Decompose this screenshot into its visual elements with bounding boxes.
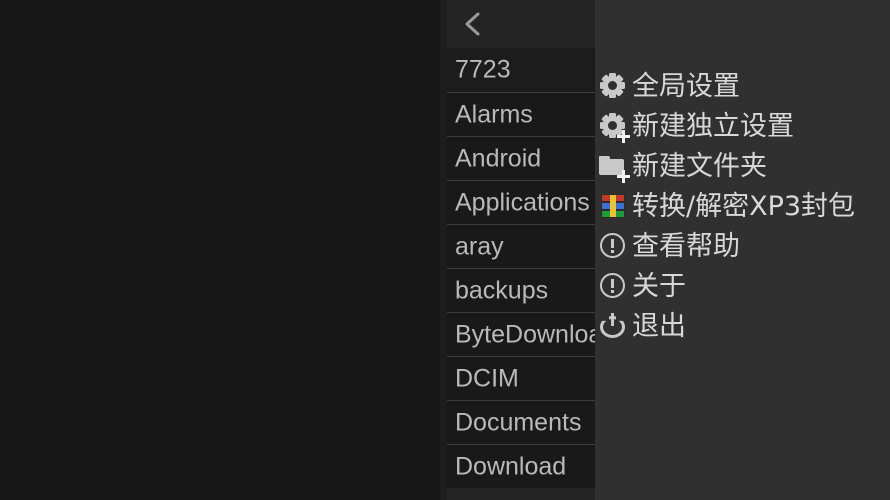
list-item[interactable]: Android <box>447 136 595 180</box>
folder-plus-icon <box>598 151 630 183</box>
list-item-label: Download <box>455 452 567 480</box>
list-item-label: ByteDownload <box>455 320 595 348</box>
list-item[interactable]: ByteDownload <box>447 312 595 356</box>
plus-badge-icon <box>617 130 630 143</box>
menu-item-exit[interactable]: 退出 <box>595 306 890 346</box>
menu-item-label: 关于 <box>632 270 686 302</box>
menu-item-new-independent-settings[interactable]: 新建独立设置 <box>595 106 890 146</box>
menu-item-global-settings[interactable]: 全局设置 <box>595 66 890 106</box>
file-list[interactable]: 7723 Alarms Android Applications aray ba… <box>447 48 595 500</box>
content-canvas <box>0 0 440 500</box>
list-item[interactable]: DCIM <box>447 356 595 400</box>
back-button[interactable] <box>447 0 595 48</box>
menu-item-convert-decrypt-xp3[interactable]: 转换/解密XP3封包 <box>595 186 890 226</box>
list-item-label: Alarms <box>455 100 533 128</box>
gear-icon <box>598 71 628 101</box>
app-window: 7723 Alarms Android Applications aray ba… <box>0 0 890 500</box>
list-item[interactable]: backups <box>447 268 595 312</box>
menu-item-label: 退出 <box>632 310 686 342</box>
list-item-label: Documents <box>455 408 582 436</box>
menu-item-label: 全局设置 <box>632 70 740 102</box>
archive-icon <box>598 191 628 221</box>
power-icon <box>598 311 628 341</box>
info-circle-icon <box>598 231 628 261</box>
menu-item-about[interactable]: 关于 <box>595 266 890 306</box>
menu-item-new-folder[interactable]: 新建文件夹 <box>595 146 890 186</box>
menu-item-label: 查看帮助 <box>632 230 740 262</box>
info-circle-icon <box>598 271 628 301</box>
menu-item-label: 新建文件夹 <box>632 150 767 182</box>
list-item[interactable]: Documents <box>447 400 595 444</box>
file-panel-gutter <box>440 0 447 500</box>
plus-badge-icon <box>617 170 630 183</box>
chevron-left-icon <box>459 9 489 39</box>
list-item[interactable]: 7723 <box>447 48 595 92</box>
file-browser-panel: 7723 Alarms Android Applications aray ba… <box>440 0 595 500</box>
list-item[interactable]: Download <box>447 444 595 488</box>
list-item-label: Android <box>455 144 542 172</box>
list-item-label: backups <box>455 276 549 304</box>
list-item-label: 7723 <box>455 55 511 84</box>
list-item[interactable]: aray <box>447 224 595 268</box>
menu-item-label: 新建独立设置 <box>632 110 794 142</box>
list-item[interactable]: Applications <box>447 180 595 224</box>
list-item-label: aray <box>455 232 504 260</box>
menu-item-label: 转换/解密XP3封包 <box>632 190 856 222</box>
list-item-label: Applications <box>455 188 590 216</box>
main-menu: 全局设置 新建独立设置 新建文件夹 转换/解密XP3封包 查看帮助 关于 退出 <box>595 0 890 500</box>
list-item[interactable]: Alarms <box>447 92 595 136</box>
gear-plus-icon <box>598 111 630 143</box>
list-item-label: DCIM <box>455 364 519 392</box>
menu-item-view-help[interactable]: 查看帮助 <box>595 226 890 266</box>
